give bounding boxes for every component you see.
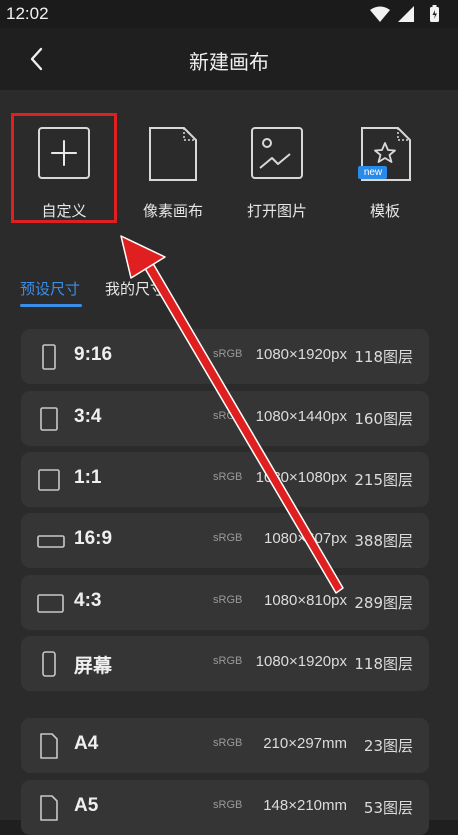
- preset-name: 1:1: [74, 467, 102, 488]
- preset-name: A4: [74, 733, 99, 754]
- preset-layers: 215图层: [354, 471, 413, 489]
- status-time: 12:02: [6, 4, 49, 23]
- paper-row[interactable]: A4 sRGB 210×297mm 23图层: [21, 718, 429, 773]
- preset-dimensions: 148×210mm: [263, 797, 347, 814]
- preset-name: A5: [74, 795, 99, 816]
- tool-open-image[interactable]: 打开图片: [222, 126, 332, 226]
- paper-icon: [37, 794, 61, 826]
- preset-name: 9:16: [74, 344, 113, 365]
- preset-dimensions: 1080×1920px: [255, 346, 347, 363]
- landscape-icon: [37, 589, 65, 621]
- preset-name: 4:3: [74, 590, 102, 611]
- preset-layers: 388图层: [354, 532, 413, 550]
- preset-colorspace: sRGB: [213, 410, 243, 422]
- portrait-tall-icon: [37, 343, 61, 375]
- new-badge: new: [363, 167, 383, 178]
- tab-my-sizes[interactable]: 我的尺寸: [105, 278, 165, 299]
- preset-dimensions: 1080×1440px: [255, 408, 347, 425]
- preset-colorspace: sRGB: [213, 737, 243, 749]
- preset-colorspace: sRGB: [213, 655, 243, 667]
- preset-colorspace: sRGB: [213, 799, 243, 811]
- preset-layers: 160图层: [354, 410, 413, 428]
- preset-layers: 53图层: [363, 799, 413, 817]
- preset-name: 3:4: [74, 406, 102, 427]
- preset-dimensions: 210×297mm: [263, 735, 347, 752]
- landscape-wide-icon: [37, 527, 65, 559]
- preset-name: 屏幕: [74, 656, 113, 677]
- signal-icon: [398, 6, 414, 22]
- preset-dimensions: 1080×810px: [264, 592, 347, 609]
- preset-row[interactable]: 16:9 sRGB 1080×607px 388图层: [21, 513, 429, 568]
- page-title: 新建画布: [189, 50, 269, 74]
- preset-name: 16:9: [74, 528, 113, 549]
- tab-underline: [20, 304, 82, 307]
- paper-row[interactable]: A5 sRGB 148×210mm 53图层: [21, 780, 429, 835]
- preset-colorspace: sRGB: [213, 594, 243, 606]
- preset-layers: 118图层: [354, 655, 413, 673]
- preset-row[interactable]: 9:16 sRGB 1080×1920px 118图层: [21, 329, 429, 384]
- preset-layers: 289图层: [354, 594, 413, 612]
- tool-label: 模板: [369, 202, 400, 220]
- tool-pixel-canvas[interactable]: 像素画布: [118, 126, 228, 226]
- tab-preset-sizes[interactable]: 预设尺寸: [20, 278, 80, 299]
- square-icon: [37, 466, 61, 498]
- status-bar: 12:02: [0, 0, 458, 28]
- status-icons: [368, 5, 448, 27]
- preset-layers: 118图层: [354, 348, 413, 366]
- preset-colorspace: sRGB: [213, 532, 243, 544]
- highlight-box: [11, 113, 117, 223]
- preset-dimensions: 1080×1080px: [255, 469, 347, 486]
- preset-row[interactable]: 屏幕 sRGB 1080×1920px 118图层: [21, 636, 429, 691]
- preset-colorspace: sRGB: [213, 471, 243, 483]
- preset-row[interactable]: 1:1 sRGB 1080×1080px 215图层: [21, 452, 429, 507]
- preset-row[interactable]: 4:3 sRGB 1080×810px 289图层: [21, 575, 429, 630]
- preset-dimensions: 1080×1920px: [255, 653, 347, 670]
- portrait-icon: [37, 405, 61, 437]
- tool-label: 像素画布: [142, 202, 203, 220]
- preset-layers: 23图层: [363, 737, 413, 755]
- preset-dimensions: 1080×607px: [264, 530, 347, 547]
- app-header: 新建画布: [0, 28, 458, 90]
- blank-document-icon: [146, 126, 200, 182]
- tool-label: 打开图片: [246, 202, 307, 220]
- main-content: 自定义 像素画布 打开图片 new 模板 预设尺寸 我的尺寸 9:16 sRGB…: [0, 90, 458, 835]
- image-icon: [250, 126, 304, 182]
- template-star-icon: new: [358, 126, 412, 182]
- preset-colorspace: sRGB: [213, 348, 243, 360]
- battery-icon: [430, 5, 439, 22]
- wifi-icon: [370, 6, 390, 22]
- tool-template[interactable]: new 模板: [330, 126, 440, 226]
- phone-screen-icon: [37, 650, 61, 682]
- preset-row[interactable]: 3:4 sRGB 1080×1440px 160图层: [21, 391, 429, 446]
- paper-icon: [37, 732, 61, 764]
